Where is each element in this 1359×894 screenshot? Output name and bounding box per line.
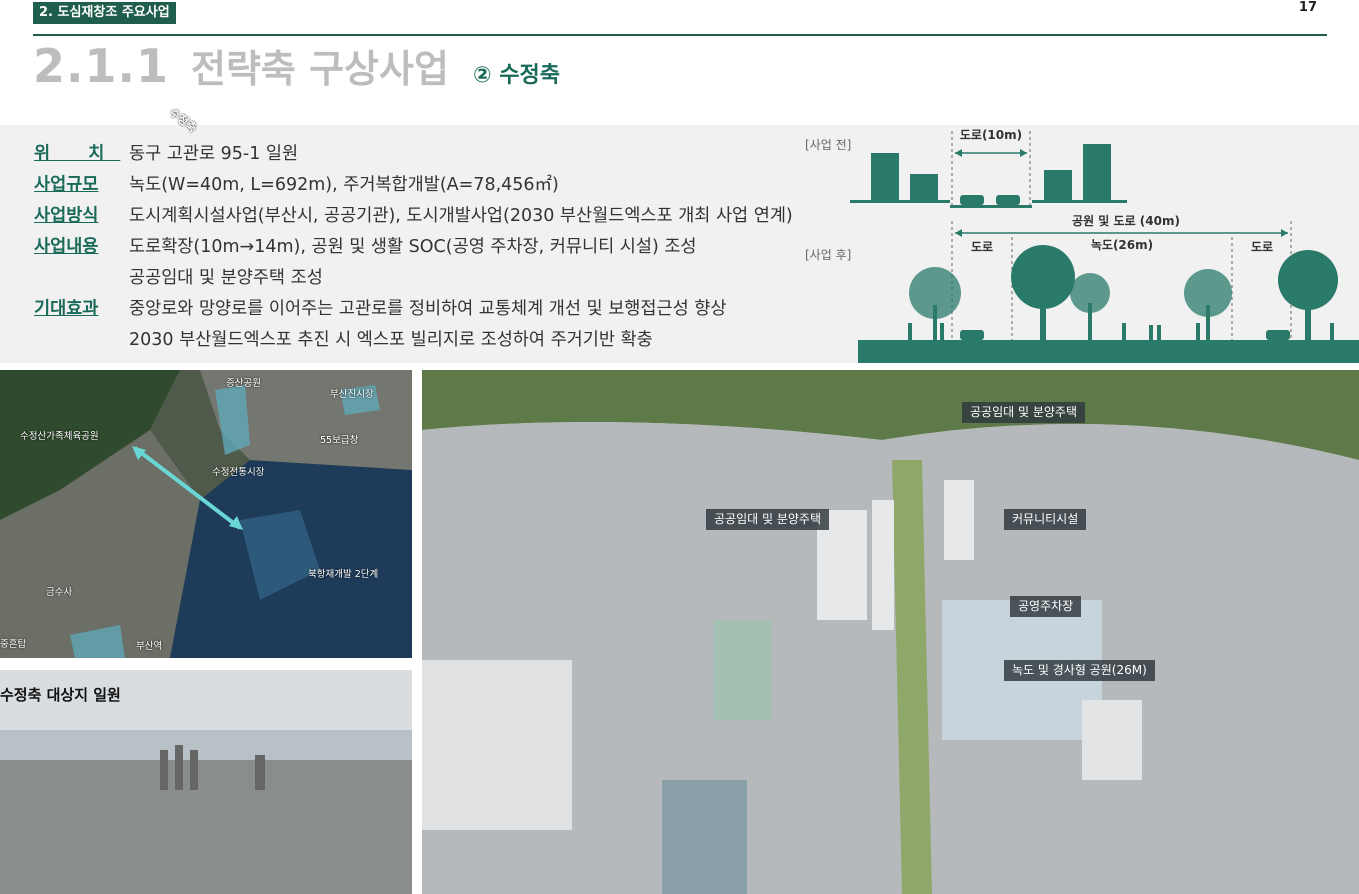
title-subtitle: ② 수정축 [472, 63, 560, 88]
render-label: 공공임대 및 분양주택 [962, 402, 1085, 423]
title-number: 2.1.1 [33, 39, 169, 93]
map-place: 증산공원 [226, 378, 261, 389]
map-place: 수정전통시장 [212, 467, 265, 478]
content-label: 사업내용 [34, 237, 99, 257]
info-content-2: 공공임대 및 분양주택 조성 [34, 267, 323, 289]
render-label: 녹도 및 경사형 공원(26M) [1004, 660, 1155, 681]
info-effect: 기대효과 중앙로와 망양로를 이어주는 고관로를 정비하여 교통체계 개선 및 … [34, 298, 726, 320]
render-label: 공공임대 및 분양주택 [706, 509, 829, 530]
road-left-label: 도로 [971, 240, 993, 254]
title-text: 전략축 구상사업 [190, 47, 449, 91]
development-rendering [422, 370, 1359, 894]
road-right-label: 도로 [1251, 240, 1273, 254]
header-divider [33, 34, 1327, 36]
page-number: 17 [1298, 0, 1317, 15]
info-location: 위 치 동구 고관로 95-1 일원 [34, 143, 298, 165]
map-place: 55보급창 [320, 435, 359, 446]
effect-value-2: 2030 부산월드엑스포 추진 시 엑스포 빌리지로 조성하여 주거기반 확충 [129, 330, 653, 350]
content-value-2: 공공임대 및 분양주택 조성 [129, 268, 323, 288]
info-method: 사업방식 도시계획시설사업(부산시, 공공기관), 도시개발사업(2030 부산… [34, 205, 793, 227]
road-before-label: 도로(10m) [960, 128, 1022, 142]
park-road-label: 공원 및 도로 (40m) [1072, 213, 1180, 228]
map-place: 금수사 [46, 587, 73, 598]
render-label: 커뮤니티시설 [1004, 509, 1087, 530]
info-content: 사업내용 도로확장(10m→14m), 공원 및 생활 SOC(공영 주차장, … [34, 236, 697, 258]
section-tag: 2. 도심재창조 주요사업 [33, 2, 176, 24]
effect-value-1: 중앙로와 망양로를 이어주는 고관로를 정비하여 교통체계 개선 및 보행접근성… [129, 299, 727, 319]
map-place: 북항재개발 2단계 [308, 569, 379, 580]
before-label: [사업 전] [805, 138, 851, 152]
after-trees [858, 245, 1359, 363]
method-label: 사업방식 [34, 206, 99, 226]
info-scale: 사업규모 녹도(W=40m, L=692m), 주거복합개발(A=78,456㎡… [34, 174, 559, 196]
render-label: 공영주차장 [1010, 596, 1082, 617]
photo-caption: 수정축 대상지 일원 [0, 686, 121, 704]
location-label: 위 치 [34, 144, 121, 164]
after-label: [사업 후] [805, 248, 851, 262]
scale-label: 사업규모 [34, 175, 99, 195]
cross-section-diagram: [사업 전] [사업 후] 도로(10m) 공원 및 도로 (40m) 도로 녹… [800, 125, 1359, 363]
effect-label: 기대효과 [34, 299, 99, 319]
info-effect-2: 2030 부산월드엑스포 추진 시 엑스포 빌리지로 조성하여 주거기반 확충 [34, 329, 653, 351]
green-way-label: 녹도(26m) [1091, 238, 1153, 252]
satellite-map [0, 370, 412, 658]
method-value: 도시계획시설사업(부산시, 공공기관), 도시개발사업(2030 부산월드엑스포… [129, 206, 793, 226]
map-place: 중흔탑 [0, 639, 27, 650]
map-place: 부산역 [136, 641, 163, 652]
map-place: 부산진시장 [330, 389, 374, 400]
location-value: 동구 고관로 95-1 일원 [129, 144, 299, 164]
content-value-1: 도로확장(10m→14m), 공원 및 생활 SOC(공영 주차장, 커뮤니티 … [129, 237, 697, 257]
map-place: 수정산가족체육공원 [20, 431, 99, 442]
scale-value: 녹도(W=40m, L=692m), 주거복합개발(A=78,456㎡) [129, 175, 559, 195]
page-title: 2.1.1 전략축 구상사업 ② 수정축 [33, 38, 560, 94]
